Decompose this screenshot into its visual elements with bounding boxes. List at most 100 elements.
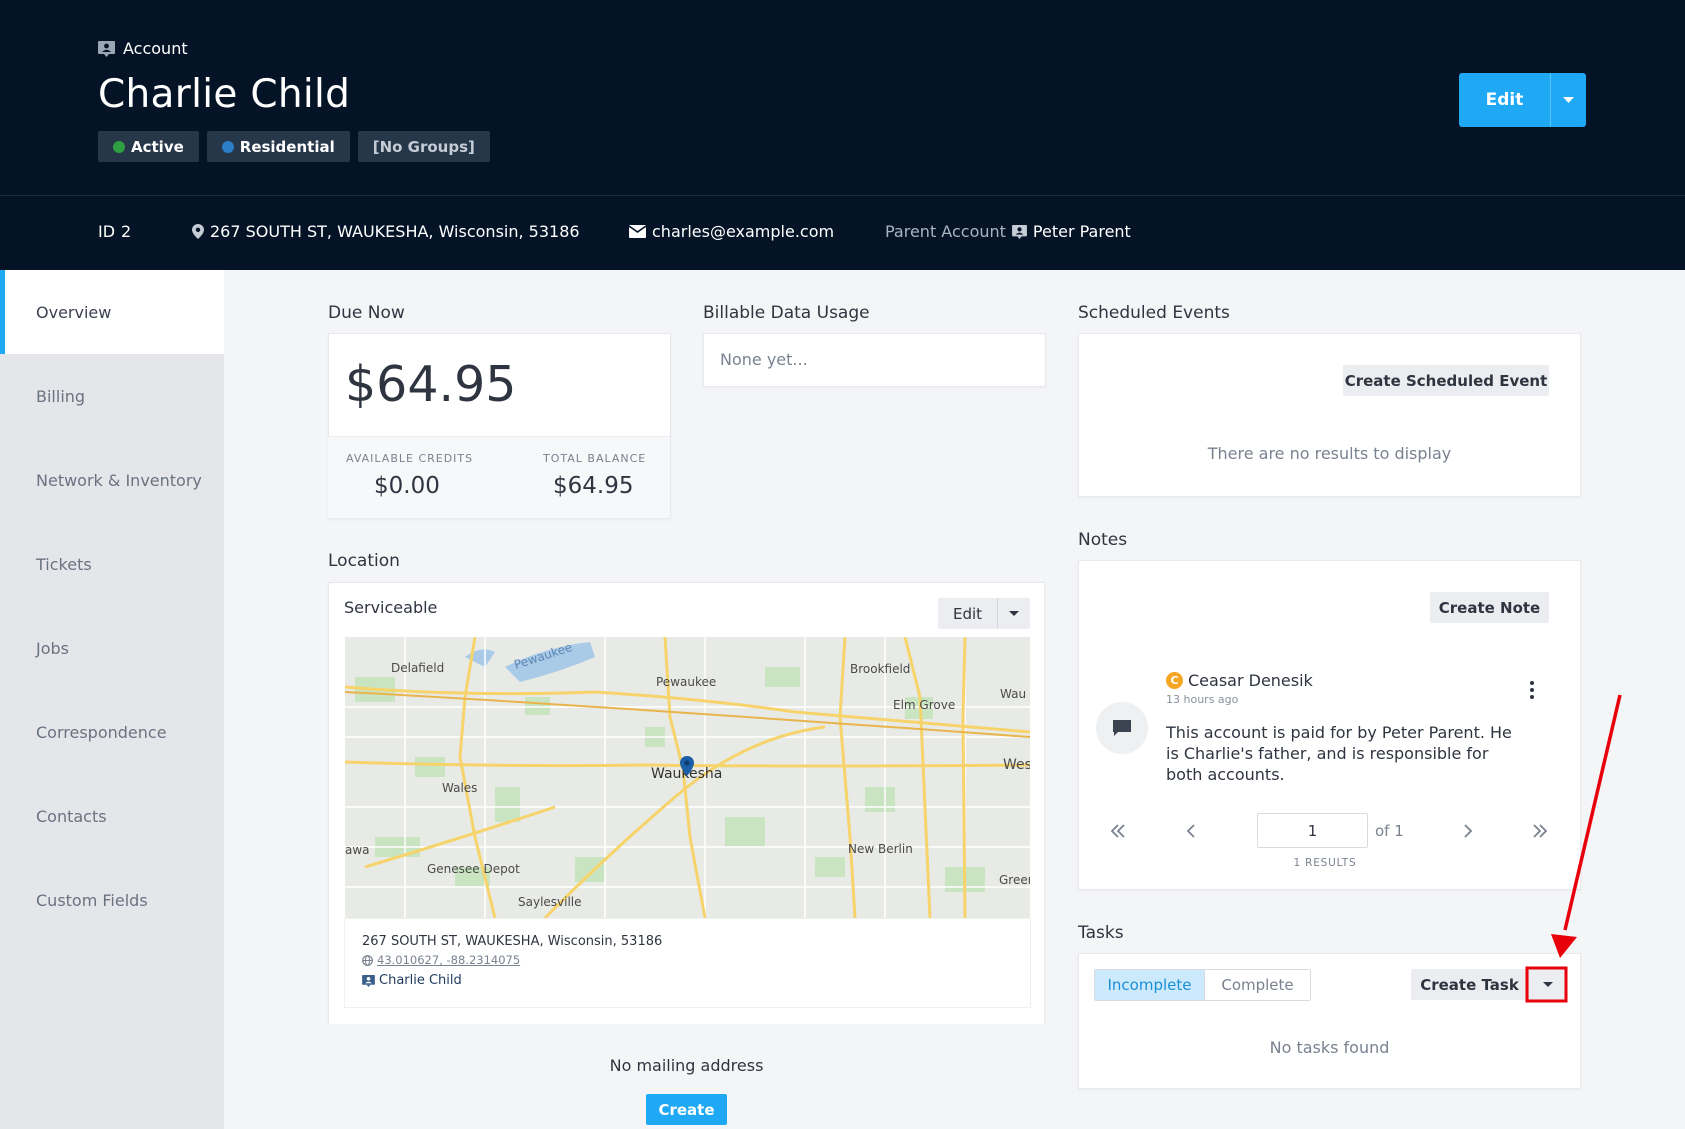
account-id-value: 2: [121, 222, 132, 241]
status-badge-groups: [No Groups]: [357, 131, 490, 162]
map-marker-icon[interactable]: [680, 756, 694, 776]
notes-title: Notes: [1078, 530, 1128, 550]
note-author: C Ceasar Denesik: [1166, 671, 1313, 690]
sidebar-item-contacts[interactable]: Contacts: [0, 774, 224, 858]
previous-page-button[interactable]: [1178, 818, 1204, 844]
map-label: Genesee Depot: [427, 862, 520, 876]
scheduled-events-card: [1078, 333, 1581, 497]
map-label: Delafield: [391, 661, 445, 675]
location-coordinates[interactable]: 43.010627, -88.2314075: [362, 953, 520, 967]
residential-dot-icon: [221, 140, 234, 153]
account-address[interactable]: 267 SOUTH ST, WAUKESHA, Wisconsin, 53186: [192, 222, 580, 241]
location-edit-dropdown-button[interactable]: [998, 598, 1030, 629]
breadcrumb-label[interactable]: Account: [123, 39, 188, 58]
sidebar-item-network-inventory[interactable]: Network & Inventory: [0, 438, 224, 522]
location-edit-button[interactable]: Edit: [938, 598, 998, 629]
create-mailing-address-button[interactable]: Create: [646, 1094, 727, 1125]
header-edit-button[interactable]: Edit: [1459, 73, 1551, 127]
caret-down-icon: [1563, 97, 1574, 103]
account-header: Account Charlie Child Active Residential…: [0, 0, 1685, 270]
badge-label: Active: [131, 137, 184, 156]
location-account-link[interactable]: Charlie Child: [379, 973, 462, 988]
map-label: Saylesville: [518, 895, 582, 909]
map-label: New Berlin: [848, 842, 913, 856]
available-credits-value: $0.00: [374, 473, 440, 499]
coordinates-link[interactable]: 43.010627, -88.2314075: [377, 953, 520, 967]
breadcrumb[interactable]: Account: [98, 39, 188, 58]
next-page-button[interactable]: [1455, 818, 1481, 844]
page-total: of 1: [1375, 822, 1404, 840]
caret-down-icon: [1009, 611, 1019, 616]
header-edit-split-button: Edit: [1459, 73, 1586, 127]
create-note-button[interactable]: Create Note: [1430, 592, 1549, 623]
badge-label: [No Groups]: [372, 137, 475, 156]
parent-account-link[interactable]: Peter Parent: [1033, 222, 1131, 241]
page-number-input[interactable]: [1257, 813, 1368, 848]
notes-results-count: 1 RESULTS: [1293, 857, 1357, 869]
create-task-split-button: Create Task: [1411, 969, 1567, 1000]
location-address: 267 SOUTH ST, WAUKESHA, Wisconsin, 53186: [362, 934, 663, 949]
account-icon: [98, 40, 115, 57]
parent-account-label: Parent Account: [885, 222, 1006, 241]
note-menu-kebab-icon[interactable]: [1526, 680, 1538, 700]
sidebar-item-billing[interactable]: Billing: [0, 354, 224, 438]
page-title: Charlie Child: [98, 72, 351, 117]
caret-down-icon: [1543, 982, 1553, 987]
data-usage-empty: None yet...: [720, 350, 808, 369]
sidebar-item-custom-fields[interactable]: Custom Fields: [0, 858, 224, 942]
parent-account: Parent Account Peter Parent: [885, 222, 1131, 241]
sidebar-item-jobs[interactable]: Jobs: [0, 606, 224, 690]
due-now-title: Due Now: [328, 303, 405, 323]
active-dot-icon: [113, 140, 125, 153]
map-label: Wau: [1000, 687, 1027, 701]
map-label: Wes: [1003, 757, 1030, 773]
tab-complete[interactable]: Complete: [1205, 970, 1310, 1000]
balance-summary: AVAILABLE CREDITS $0.00 TOTAL BALANCE $6…: [328, 436, 670, 518]
sidebar: Overview Billing Network & Inventory Tic…: [0, 270, 224, 1129]
task-status-toggle: Incomplete Complete: [1094, 969, 1311, 1001]
note-bubble-icon: [1096, 702, 1148, 754]
account-address-text[interactable]: 267 SOUTH ST, WAUKESHA, Wisconsin, 53186: [210, 222, 580, 241]
double-chevron-right-icon: [1533, 824, 1548, 838]
note-author-name: Ceasar Denesik: [1188, 671, 1313, 690]
mailing-address-section: No mailing address Create: [328, 1024, 1045, 1129]
location-edit-split-button: Edit: [938, 598, 1030, 629]
scheduled-events-empty: There are no results to display: [1207, 444, 1452, 463]
available-credits-label: AVAILABLE CREDITS: [346, 452, 474, 465]
account-id-label: ID: [98, 222, 116, 241]
map-label: awa: [345, 843, 370, 857]
first-page-button[interactable]: [1105, 818, 1131, 844]
map-label: Greer: [999, 873, 1030, 887]
status-badge-active: Active: [98, 131, 199, 162]
status-badges: Active Residential [No Groups]: [98, 131, 490, 162]
badge-label: Residential: [239, 137, 335, 156]
account-email-text[interactable]: charles@example.com: [652, 222, 834, 241]
map-label: Pewaukee: [656, 675, 717, 689]
location-title: Location: [328, 551, 400, 571]
account-icon: [1011, 224, 1027, 239]
sidebar-item-correspondence[interactable]: Correspondence: [0, 690, 224, 774]
account-icon: [362, 974, 375, 987]
header-edit-dropdown-button[interactable]: [1551, 73, 1586, 127]
double-chevron-left-icon: [1110, 824, 1125, 838]
location-account[interactable]: Charlie Child: [362, 973, 462, 988]
header-divider: [0, 195, 1685, 196]
create-task-dropdown-button[interactable]: [1529, 969, 1567, 1000]
tab-incomplete[interactable]: Incomplete: [1095, 970, 1205, 1000]
map-label: Elm Grove: [893, 698, 956, 712]
create-task-button[interactable]: Create Task: [1411, 969, 1529, 1000]
map-pin-icon: [192, 224, 204, 239]
last-page-button[interactable]: [1527, 818, 1553, 844]
account-email[interactable]: charles@example.com: [629, 222, 834, 241]
chevron-right-icon: [1464, 824, 1473, 838]
no-mailing-address-text: No mailing address: [609, 1056, 764, 1075]
total-balance-label: TOTAL BALANCE: [543, 452, 647, 465]
sidebar-item-overview[interactable]: Overview: [0, 270, 224, 354]
sidebar-item-tickets[interactable]: Tickets: [0, 522, 224, 606]
data-usage-title: Billable Data Usage: [703, 303, 870, 323]
note-body: This account is paid for by Peter Parent…: [1166, 723, 1512, 784]
create-scheduled-event-button[interactable]: Create Scheduled Event: [1343, 365, 1549, 396]
globe-icon: [362, 954, 373, 966]
serviceable-status: Serviceable: [344, 598, 438, 617]
location-map[interactable]: Delafield Pewaukee Pewaukee Brookfield E…: [345, 637, 1030, 918]
